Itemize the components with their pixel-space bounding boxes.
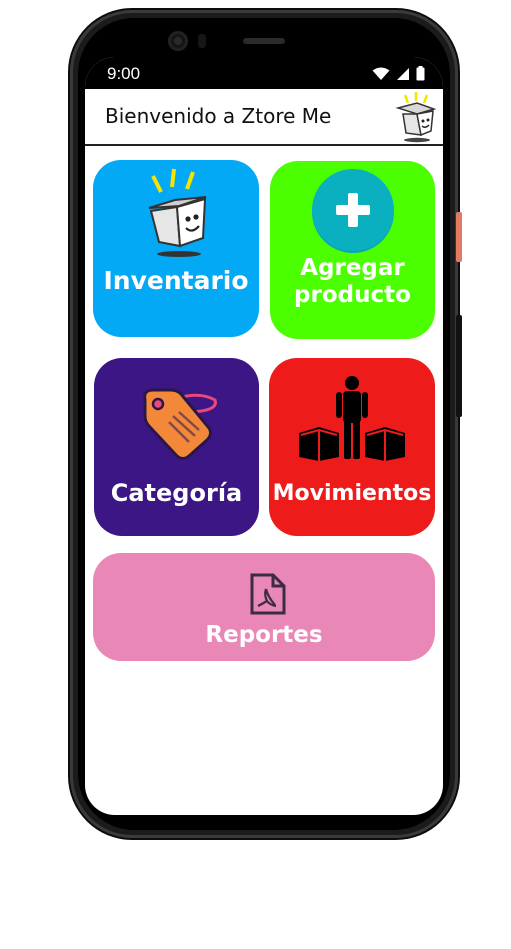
categoria-tile[interactable]: Categoría [94, 358, 259, 536]
box-icon [148, 168, 207, 257]
inventario-tile[interactable]: Inventario [93, 160, 259, 337]
reportes-tile[interactable]: Reportes [93, 553, 435, 661]
status-bar: 9:00 [85, 57, 443, 89]
power-button [456, 212, 462, 262]
agregar-label-line1: Agregar [300, 255, 405, 281]
earpiece-speaker [243, 38, 285, 44]
categoria-label: Categoría [110, 479, 243, 507]
volume-button [456, 315, 462, 417]
inventario-label: Inventario [103, 266, 249, 295]
cellular-signal-icon [397, 67, 409, 80]
front-camera [168, 31, 188, 51]
person-boxes-icon [299, 376, 405, 461]
status-icons [372, 66, 425, 81]
sensor [198, 34, 206, 48]
screen: 9:00 Bienvenido a Ztore Me Inventario Ag… [85, 57, 443, 815]
plus-circle-icon [312, 169, 394, 253]
battery-icon [416, 66, 425, 81]
agregar-label-line2: producto [294, 282, 411, 308]
movimientos-label: Movimientos [272, 481, 432, 506]
pdf-file-icon [250, 573, 286, 615]
price-tag-icon [143, 388, 217, 460]
reportes-label: Reportes [205, 622, 323, 648]
status-time: 9:00 [107, 64, 141, 83]
app-bar: Bienvenido a Ztore Me [85, 89, 443, 146]
app-logo-icon [395, 92, 437, 143]
wifi-icon [372, 67, 390, 80]
device-frame: 9:00 Bienvenido a Ztore Me Inventario Ag… [0, 0, 511, 949]
app-title: Bienvenido a Ztore Me [105, 104, 332, 128]
agregar-producto-label: Agregar producto [270, 255, 435, 309]
agregar-producto-tile[interactable]: Agregar producto [270, 161, 435, 339]
movimientos-tile[interactable]: Movimientos [269, 358, 435, 536]
